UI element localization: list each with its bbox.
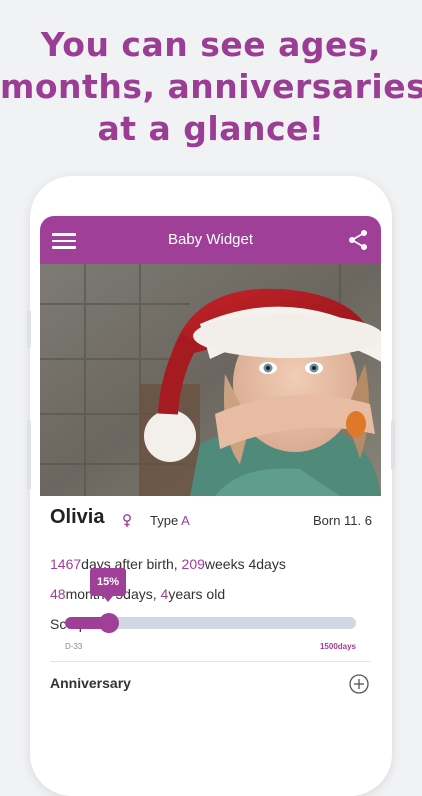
app-bar: Baby Widget [40, 216, 381, 264]
baby-photo [40, 264, 381, 496]
months-count: 48 [50, 586, 66, 602]
days-weeks-line: 1467days after birth, 209weeks 4days [50, 556, 286, 572]
progress-tooltip: 15% [90, 568, 126, 602]
phone-side-button [391, 420, 395, 470]
profile-header: Olivia Type A Born 11. 6 [50, 506, 372, 534]
blood-type: Type A [150, 513, 190, 528]
headline: You can see ages, months, anniversaries … [0, 24, 422, 150]
app-screen: Baby Widget Olivia Type A Born 11. 6 146… [40, 216, 381, 776]
birth-date: Born 11. 6 [312, 513, 372, 528]
weeks-count: 209 [181, 556, 205, 572]
female-icon [123, 514, 131, 527]
progress-thumb[interactable] [98, 613, 119, 633]
app-title: Baby Widget [167, 231, 254, 248]
divider [50, 661, 371, 662]
progress-start-label: D-33 [65, 642, 83, 651]
progress-end-label: 1500days [319, 642, 356, 651]
anniversary-title: Anniversary [50, 675, 131, 691]
days-count: 1467 [50, 556, 82, 572]
headline-line-2: months, anniversaries [0, 67, 422, 106]
years-text: years old [168, 586, 226, 602]
profile-card: Olivia Type A Born 11. 6 1467days after … [40, 496, 381, 776]
add-icon[interactable] [349, 674, 369, 694]
phone-side-button [27, 420, 31, 490]
headline-line-1: You can see ages, [40, 25, 382, 64]
headline-line-3: at a glance! [97, 109, 325, 148]
weeks-text: weeks 4days [204, 556, 286, 572]
share-icon[interactable] [347, 229, 369, 251]
progress-track[interactable] [65, 613, 356, 633]
blood-type-value: A [181, 513, 190, 528]
baby-name: Olivia [50, 506, 105, 528]
phone-side-button [27, 310, 31, 348]
blood-type-label: Type [150, 513, 179, 528]
months-years-line: 48months 5days, 4years old [50, 586, 225, 602]
